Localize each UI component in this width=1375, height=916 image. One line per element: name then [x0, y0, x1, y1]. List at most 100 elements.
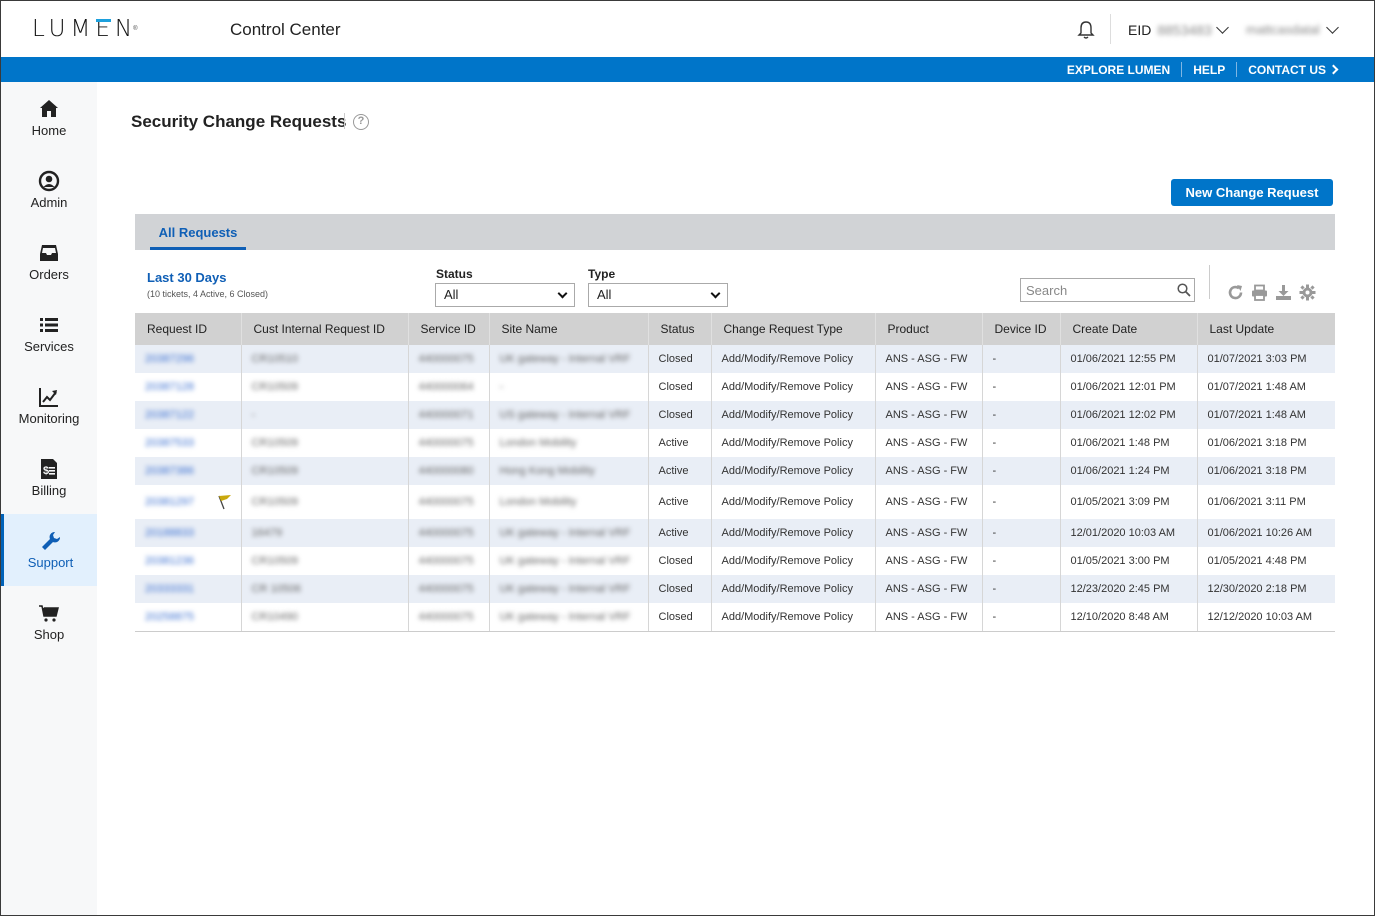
flag-icon[interactable]: [218, 494, 232, 510]
type-filter-select[interactable]: All: [588, 283, 728, 307]
create-date-cell: 01/05/2021 3:00 PM: [1060, 547, 1198, 575]
help-icon[interactable]: ?: [353, 114, 369, 130]
contact-us-link[interactable]: CONTACT US: [1237, 63, 1348, 77]
column-header[interactable]: Service ID: [408, 313, 490, 345]
requests-table: Request ID Cust Internal Request ID Serv…: [135, 313, 1335, 632]
tab-all-requests[interactable]: All Requests: [150, 214, 246, 250]
request-id-link[interactable]: 20387386: [145, 465, 194, 477]
last-update: 12/30/2020 2:18 PM: [1207, 583, 1307, 595]
column-header[interactable]: Product: [875, 313, 983, 345]
eid-selector[interactable]: EID 8853483: [1128, 21, 1229, 38]
device-id: -: [992, 527, 997, 539]
status-cell-cell: Closed: [648, 401, 712, 429]
table-row[interactable]: 20387386 CR10509 440000080 Hong Kong Mobili…: [135, 457, 1335, 485]
sidebar-item-billing[interactable]: $ Billing: [1, 442, 97, 514]
site-name-cell: UK gateway - Internal VRF: [489, 575, 649, 603]
site-name-cell: Hong Kong Mobility: [489, 457, 649, 485]
date-range-link[interactable]: Last 30 Days: [147, 270, 227, 285]
table-row[interactable]: 20333331 CR 10506 440000075 UK gateway - In…: [135, 575, 1335, 603]
service-id-cell: 440000064: [408, 373, 490, 401]
column-header[interactable]: Site Name: [489, 313, 649, 345]
search-icon[interactable]: [1177, 283, 1191, 297]
request-id-link-cell: 20188833: [135, 519, 242, 547]
table-row[interactable]: 20188833 16479 440000075 UK gateway - Inter…: [135, 519, 1335, 547]
search-input[interactable]: [1020, 278, 1195, 302]
change-request-type-cell: Add/Modify/Remove Policy: [711, 547, 876, 575]
create-date-cell: 01/06/2021 1:48 PM: [1060, 429, 1198, 457]
request-id-link[interactable]: 20387533: [145, 437, 194, 449]
cust-internal-request-id: 16479: [251, 527, 283, 539]
column-header[interactable]: Last Update: [1197, 313, 1335, 345]
cart-icon: [39, 605, 59, 622]
request-id-link[interactable]: 20387296: [145, 353, 194, 365]
device-id-cell: -: [982, 485, 1061, 519]
table-row[interactable]: 20258875 CR10490 440000075 UK gateway - Int…: [135, 603, 1335, 632]
service-id-cell: 440000075: [408, 485, 490, 519]
site-name-cell: UK gateway - Internal VRF: [489, 547, 649, 575]
status-filter-select[interactable]: All: [435, 283, 575, 307]
explore-lumen-link[interactable]: EXPLORE LUMEN: [1056, 63, 1181, 77]
sidebar-item-home[interactable]: Home: [1, 82, 97, 154]
svg-text:$: $: [43, 465, 49, 477]
change-request-type: Add/Modify/Remove Policy: [721, 496, 853, 508]
tab-bar: All Requests: [135, 214, 1335, 250]
app-title: Control Center: [230, 20, 341, 39]
cust-internal-request-id: CR10509: [251, 555, 298, 567]
sidebar-item-orders[interactable]: Orders: [1, 226, 97, 298]
column-header[interactable]: Change Request Type: [711, 313, 876, 345]
change-request-type: Add/Modify/Remove Policy: [721, 610, 853, 623]
request-id-link[interactable]: 20387122: [145, 409, 194, 421]
table-row[interactable]: 20387296 CR10510 440000075 UK gateway - Int…: [135, 345, 1335, 373]
column-header[interactable]: Status: [648, 313, 712, 345]
device-id: -: [992, 583, 997, 595]
status-filter-label: Status: [436, 267, 473, 281]
change-request-type: Add/Modify/Remove Policy: [721, 465, 853, 477]
request-id-link[interactable]: 20333331: [145, 583, 194, 595]
print-icon[interactable]: [1251, 284, 1268, 301]
table-row[interactable]: 20381297 CR10509 440000075 London Mobility A…: [135, 485, 1335, 519]
notification-bell-icon[interactable]: [1077, 20, 1095, 40]
table-row[interactable]: 20387128 CR10509 440000064 - Closed Add/Modif…: [135, 373, 1335, 401]
chart-line-icon: [39, 388, 58, 407]
device-id: -: [992, 381, 997, 393]
list-icon: [40, 318, 58, 332]
table-row[interactable]: 20381236 CR10509 440000075 UK gateway - Int…: [135, 547, 1335, 575]
request-id-link[interactable]: 20188833: [145, 527, 194, 539]
sidebar-item-support[interactable]: Support: [1, 514, 97, 586]
wrench-icon: [41, 531, 60, 550]
cust-internal-request-id: -: [251, 409, 256, 421]
column-header[interactable]: Create Date: [1060, 313, 1198, 345]
refresh-icon[interactable]: [1227, 284, 1244, 301]
change-request-type-cell: Add/Modify/Remove Policy: [711, 373, 876, 401]
status-cell: Closed: [658, 381, 693, 393]
create-date-cell: 01/06/2021 12:02 PM: [1060, 401, 1198, 429]
request-id-link[interactable]: 20258875: [145, 611, 194, 623]
change-request-type-cell: Add/Modify/Remove Policy: [711, 603, 876, 632]
column-header[interactable]: Request ID: [135, 313, 242, 345]
user-menu[interactable]: mattcasdatal: [1246, 20, 1339, 37]
table-row[interactable]: 20387122 - 440000071 US gateway - Internal …: [135, 401, 1335, 429]
help-link[interactable]: HELP: [1182, 63, 1236, 77]
column-header[interactable]: Device ID: [982, 313, 1061, 345]
device-id: -: [992, 555, 997, 567]
table-row[interactable]: 20387533 CR10509 440000075 London Mobility A…: [135, 429, 1335, 457]
sidebar-item-monitoring[interactable]: Monitoring: [1, 370, 97, 442]
column-header[interactable]: Cust Internal Request ID: [241, 313, 409, 345]
new-change-request-button[interactable]: New Change Request: [1171, 179, 1333, 206]
create-date: 12/23/2020 2:45 PM: [1070, 583, 1170, 595]
site-name-cell: UK gateway - Internal VRF: [489, 519, 649, 547]
sidebar-item-services[interactable]: Services: [1, 298, 97, 370]
change-request-type: Add/Modify/Remove Policy: [721, 555, 853, 567]
settings-gear-icon[interactable]: [1299, 284, 1316, 301]
service-id: 440000075: [418, 583, 474, 595]
request-id-link-cell: 20387128: [135, 373, 242, 401]
sidebar-item-shop[interactable]: Shop: [1, 586, 97, 658]
lumen-logo[interactable]: LUM E N ®: [32, 16, 138, 42]
request-id-link[interactable]: 20387128: [145, 381, 194, 393]
request-id-link[interactable]: 20381297: [145, 496, 194, 508]
cust-internal-request-id-cell: CR10509: [241, 457, 409, 485]
site-name-cell: UK gateway - Internal VRF: [489, 345, 649, 373]
request-id-link[interactable]: 20381236: [145, 555, 194, 567]
download-icon[interactable]: [1275, 284, 1292, 301]
sidebar-item-admin[interactable]: Admin: [1, 154, 97, 226]
